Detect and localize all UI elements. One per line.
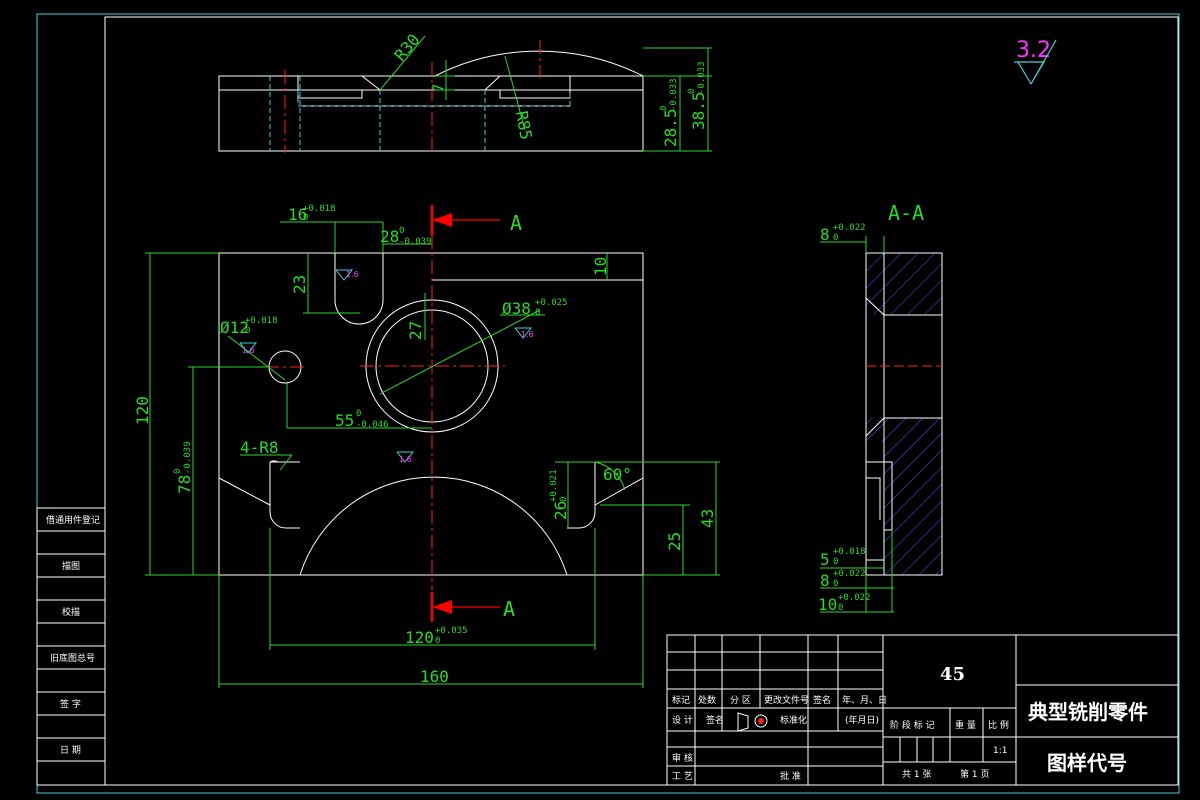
dim-28-5: 28.5	[661, 108, 680, 147]
dim-r30: R30	[391, 30, 424, 64]
part-name: 典型铣削零件	[1028, 700, 1148, 724]
dim-26: 26	[551, 501, 570, 520]
dim-43: 43	[698, 509, 717, 528]
dim-4-r8: 4-R8	[240, 438, 279, 457]
sec-dim-8-top: 8	[820, 225, 830, 244]
tb-date-ymd: (年月日)	[845, 714, 879, 726]
sec-dim-8-top-tol-upper: +0.022	[833, 223, 866, 233]
dim-26-tol-lower: 0	[559, 497, 569, 502]
tb-design: 设 计	[672, 714, 693, 726]
tb-col-count: 处数	[698, 694, 716, 706]
dim-28-tol-lower: -0.039	[399, 237, 432, 247]
tb-col-docno: 更改文件号	[764, 694, 809, 706]
section-arrows: A A	[430, 205, 522, 622]
title-block: 45 典型铣削零件 图样代号 标记 处数 分 区 更改文件号 签名 年、月、日 …	[666, 634, 1179, 786]
sec-dim-10: 10	[818, 595, 837, 614]
tb-scale-value: 1:1	[993, 746, 1007, 756]
dim-160: 160	[420, 667, 449, 686]
dim-28-5-tol-lower: -0.033	[669, 78, 679, 111]
dim-23: 23	[290, 275, 309, 294]
ra-slot: 1.6	[346, 270, 359, 279]
dim-dia38: Ø38	[502, 299, 531, 318]
sec-dim-8-bottom-tol-lower: 0	[833, 579, 838, 589]
tb-col-marks: 标记	[672, 694, 690, 706]
tb-approve: 批 准	[780, 770, 801, 782]
dim-dia12-tol-lower: 0	[245, 326, 250, 336]
tb-process: 工 艺	[672, 771, 693, 782]
sec-dim-5-tol-upper: +0.018	[833, 547, 866, 557]
tb-col-date: 年、月、日	[842, 694, 887, 706]
tb-col-zone: 分 区	[730, 695, 751, 706]
dim-28: 28	[380, 227, 399, 246]
projection-symbol	[737, 712, 768, 732]
dim-78-tol-upper: 0	[173, 469, 183, 474]
tb-sign2: 签名	[706, 714, 724, 726]
dim-38-5-tol-upper: 0	[687, 89, 697, 94]
roughness-symbol: 3.2	[1014, 38, 1057, 85]
dim-r85: R85	[512, 109, 536, 141]
tb-standardize: 标准化	[780, 714, 807, 726]
dim-120h-tol-upper: +0.035	[435, 626, 468, 636]
side-row-5: 日 期	[60, 745, 81, 756]
top-view: R30 R85 7 28.5 0 -0.033 38.5 0 -0.033	[218, 30, 712, 153]
side-row-3: 旧底图总号	[50, 652, 95, 664]
dim-16-tol-lower: 0	[303, 213, 308, 223]
dim-dia38-tol-lower: 0	[535, 308, 540, 318]
dim-7: 7	[431, 84, 447, 92]
side-table: 借通用件登记 描图 校描 旧底图总号 签 字 日 期	[36, 507, 106, 786]
dim-10: 10	[591, 257, 610, 276]
dim-38-5-tol-lower: -0.033	[697, 61, 707, 94]
dim-dia38-tol-upper: +0.025	[535, 298, 568, 308]
sec-dim-10-tol-lower: 0	[838, 603, 843, 613]
side-row-2: 校描	[62, 606, 80, 618]
sec-dim-10-tol-upper: +0.022	[838, 593, 871, 603]
sec-dim-8-bottom-tol-upper: +0.022	[833, 569, 866, 579]
ra-hole38: 1.6	[521, 330, 534, 339]
dim-55-tol-upper: 0	[356, 409, 361, 419]
dim-26-tol-upper: +0.021	[549, 469, 559, 502]
front-view: A A 1.6 1.6 1.6 1.6 16 +0.018 0 28 0 -0.…	[133, 204, 720, 688]
dim-38-5: 38.5	[689, 91, 708, 130]
dim-25: 25	[665, 532, 684, 551]
dim-dia12-tol-upper: +0.018	[245, 316, 278, 326]
dim-78: 78	[175, 475, 194, 494]
dim-60-deg: 60°	[603, 465, 632, 484]
drawing-frame	[36, 13, 1180, 794]
tb-col-sign: 签名	[813, 694, 831, 706]
dim-55: 55	[335, 411, 354, 430]
dim-55-tol-lower: -0.046	[356, 420, 389, 430]
material: 45	[940, 664, 965, 685]
side-row-0: 借通用件登记	[46, 514, 100, 526]
dim-78-tol-lower: -0.039	[183, 441, 193, 474]
sec-dim-8-top-tol-lower: 0	[833, 233, 838, 243]
tb-sheets-total: 共 1 张	[902, 769, 931, 780]
dim-120-vertical: 120	[133, 396, 152, 425]
drawing-number: 图样代号	[1047, 751, 1127, 775]
ra-arc: 1.6	[399, 455, 412, 464]
dim-27: 27	[406, 321, 425, 340]
dim-28-tol-upper: 0	[399, 226, 404, 236]
tb-weight: 重 量	[955, 719, 976, 731]
sec-dim-5: 5	[820, 550, 830, 569]
dim-28-5-tol-upper: 0	[659, 106, 669, 111]
side-row-1: 描图	[62, 560, 80, 572]
section-view: A-A 8 +0.022 0 5 +0.018 0 8 +0.022 0 10 …	[818, 201, 943, 614]
dim-120h-tol-lower: 0	[435, 636, 440, 646]
dim-120-horizontal: 120	[405, 628, 434, 647]
tb-review: 审 核	[672, 752, 693, 764]
cad-drawing-canvas: 3.2 R30 R85 7 28.5 0 -0.033 38.5 0 -0.03…	[36, 13, 1180, 794]
tb-stage-mark: 阶 段 标 记	[890, 719, 935, 731]
tb-scale: 比 例	[988, 719, 1009, 731]
sec-dim-5-tol-lower: 0	[833, 557, 838, 567]
section-label-top: A	[510, 211, 522, 235]
section-label-bottom: A	[503, 597, 515, 621]
ra-hole12: 1.6	[242, 346, 255, 355]
section-title: A-A	[888, 201, 924, 225]
sec-dim-8-bottom: 8	[820, 571, 830, 590]
tb-sheet-no: 第 1 页	[960, 768, 989, 780]
side-row-4: 签 字	[60, 698, 81, 710]
